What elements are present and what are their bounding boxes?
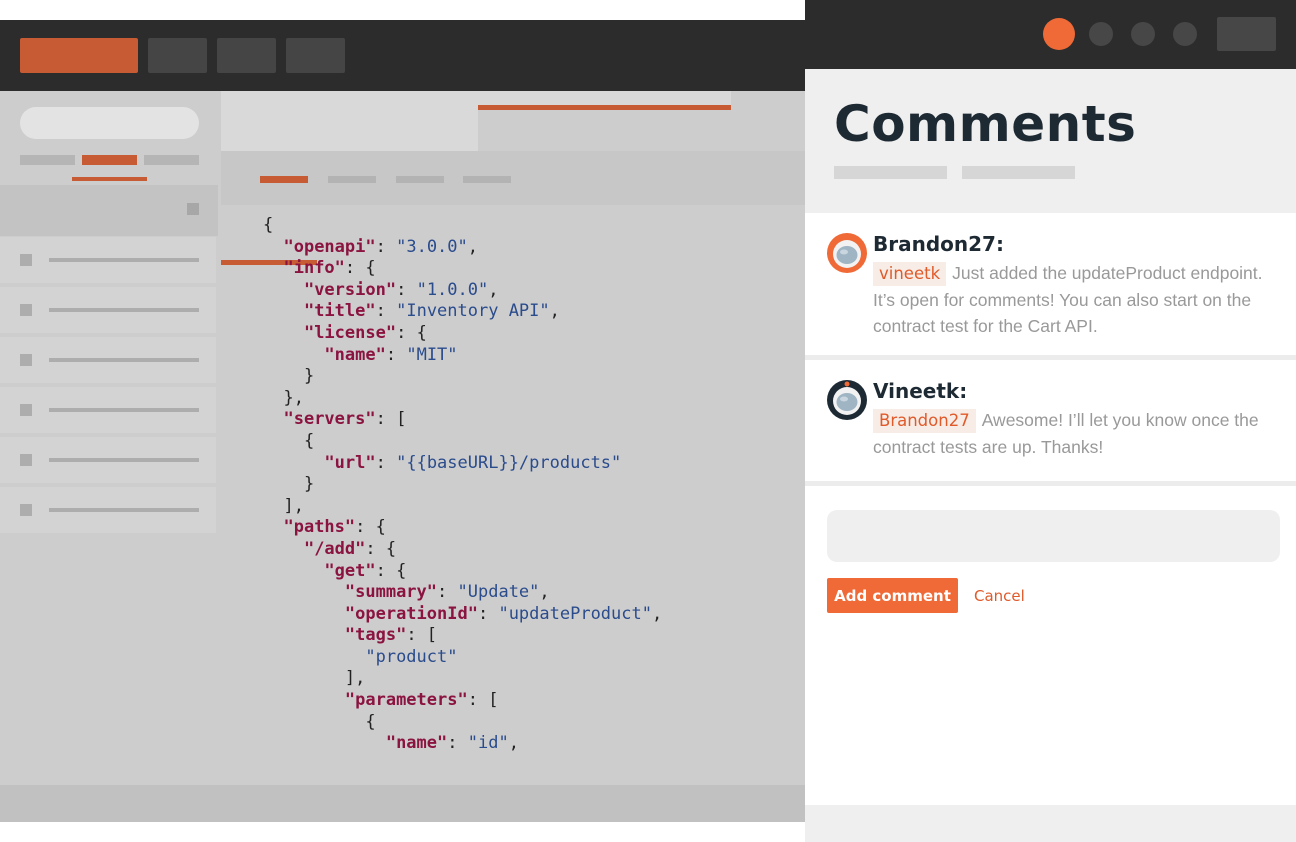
toolbar-button-3[interactable] — [286, 38, 345, 73]
editor-tab-active[interactable] — [478, 105, 731, 151]
comment-author: Brandon27: — [873, 232, 1004, 256]
item-label — [49, 508, 199, 512]
cancel-link[interactable]: Cancel — [974, 587, 1025, 605]
item-label — [49, 358, 199, 362]
item-icon — [20, 454, 32, 466]
toolbar-button[interactable] — [1217, 17, 1276, 51]
item-label — [49, 258, 199, 262]
sidebar — [0, 91, 218, 785]
comments-title: Comments — [834, 95, 1137, 153]
toolbar-button-1[interactable] — [148, 38, 207, 73]
toolbar-button-2[interactable] — [217, 38, 276, 73]
sidebar-item[interactable] — [0, 337, 216, 383]
comment-item: Vineetk: Brandon27 Awesome! I’ll let you … — [805, 360, 1296, 486]
subtab-3[interactable] — [396, 176, 444, 183]
comments-toolbar — [805, 0, 1296, 69]
item-label — [49, 408, 199, 412]
item-icon — [20, 354, 32, 366]
comments-header: Comments — [805, 69, 1296, 213]
sidebar-search-input[interactable] — [20, 107, 199, 139]
sidebar-tab-3[interactable] — [144, 155, 199, 165]
sidebar-item[interactable] — [0, 387, 216, 433]
editor-subtab-bar — [221, 151, 805, 265]
item-icon — [20, 304, 32, 316]
header-placeholder-bar — [962, 166, 1075, 179]
item-icon — [20, 254, 32, 266]
comment-item: Brandon27: vineetk Just added the updateP… — [805, 213, 1296, 360]
mention-tag[interactable]: vineetk — [873, 262, 947, 286]
comment-body: vineetk Just added the updateProduct endp… — [873, 260, 1285, 340]
comment-author: Vineetk: — [873, 379, 968, 403]
sidebar-tab-1[interactable] — [20, 155, 75, 165]
editor-toolbar — [0, 20, 805, 91]
comments-panel: Comments Brandon27: vineetk Just added th… — [805, 0, 1296, 842]
status-dot-icon[interactable] — [1043, 18, 1075, 50]
sidebar-tab-2-active[interactable] — [82, 155, 137, 165]
sidebar-item[interactable] — [0, 287, 216, 333]
comments-footer — [805, 805, 1296, 842]
sidebar-item[interactable] — [0, 437, 216, 483]
subtab-1-active[interactable] — [260, 176, 308, 183]
status-dot-icon[interactable] — [1173, 22, 1197, 46]
editor-status-bar — [0, 785, 805, 822]
mention-tag[interactable]: Brandon27 — [873, 409, 976, 433]
toolbar-primary-button[interactable] — [20, 38, 138, 73]
subtab-2[interactable] — [328, 176, 376, 183]
status-dot-icon[interactable] — [1131, 22, 1155, 46]
subtab-4[interactable] — [463, 176, 511, 183]
item-label — [49, 458, 199, 462]
filter-icon[interactable] — [187, 203, 199, 215]
astronaut-avatar-icon — [827, 233, 867, 273]
status-dot-icon[interactable] — [1089, 22, 1113, 46]
comment-body: Brandon27 Awesome! I’ll let you know once… — [873, 407, 1285, 460]
comment-input[interactable] — [827, 510, 1280, 562]
sidebar-item[interactable] — [0, 487, 216, 533]
editor-tab[interactable] — [731, 91, 805, 151]
item-icon — [20, 504, 32, 516]
editor-main-panel: { "openapi": "3.0.0", "info": { "version… — [221, 91, 805, 785]
astronaut-avatar-icon — [827, 380, 867, 420]
editor-window: { "openapi": "3.0.0", "info": { "version… — [0, 20, 805, 822]
item-icon — [20, 404, 32, 416]
sidebar-item[interactable] — [0, 237, 216, 283]
header-placeholder-bar — [834, 166, 947, 179]
code-editor[interactable]: { "openapi": "3.0.0", "info": { "version… — [263, 215, 662, 755]
sidebar-filter-bar — [0, 185, 218, 236]
sidebar-tab-indicator — [72, 177, 147, 181]
item-label — [49, 308, 199, 312]
add-comment-button[interactable]: Add comment — [827, 578, 958, 613]
